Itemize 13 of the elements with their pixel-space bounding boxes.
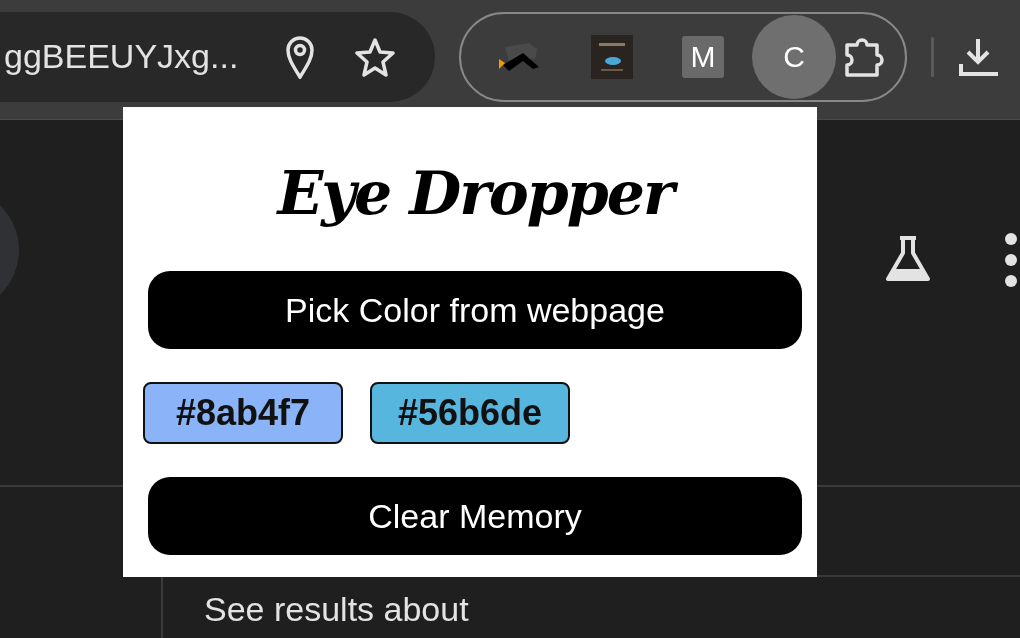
- popup-title: Eye Dropper: [263, 145, 687, 241]
- section-heading: See results about: [204, 590, 469, 629]
- extension-icon[interactable]: [591, 34, 633, 79]
- extension-button[interactable]: C: [752, 14, 836, 99]
- color-swatch[interactable]: #56b6de: [370, 382, 570, 444]
- color-swatch[interactable]: #8ab4f7: [143, 382, 343, 444]
- flask-icon[interactable]: [884, 235, 932, 283]
- pick-color-button[interactable]: Pick Color from webpage: [148, 271, 802, 349]
- location-pin-icon[interactable]: [285, 34, 315, 79]
- star-icon[interactable]: [355, 36, 395, 77]
- menu-icon[interactable]: [1004, 232, 1018, 288]
- clear-memory-button[interactable]: Clear Memory: [148, 477, 802, 555]
- extension-button[interactable]: M: [682, 35, 724, 78]
